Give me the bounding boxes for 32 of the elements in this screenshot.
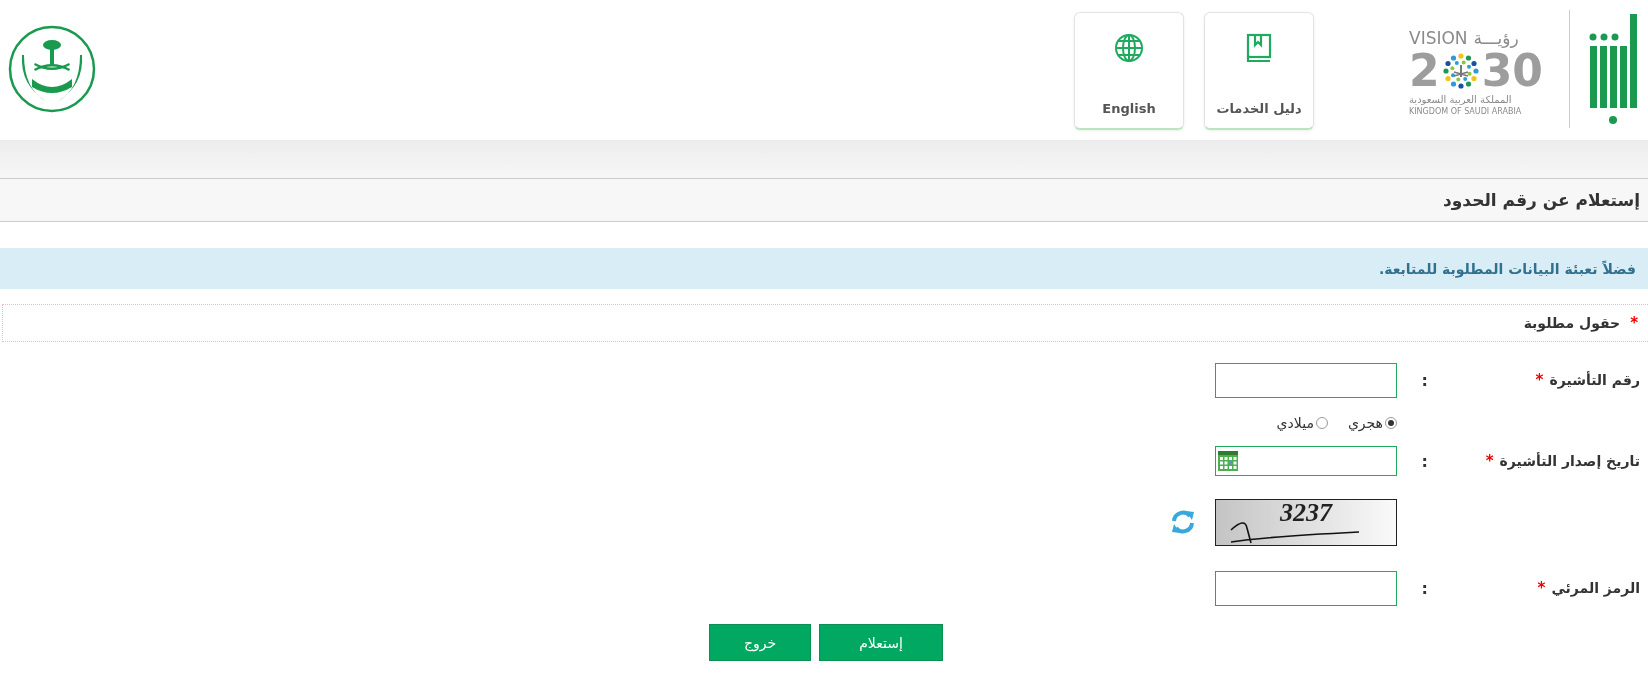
captcha-code: 3237 [1280,498,1332,528]
logo-text: KINGDOM OF SAUDI ARABIA [1409,106,1522,117]
logo-text: VISION [1409,28,1468,48]
date-field[interactable] [1215,446,1397,476]
radio-option[interactable]: هجري [1347,415,1397,431]
colon: : [1421,578,1428,598]
globe-icon [1114,33,1144,63]
emblem-icon [1440,51,1481,91]
required-marker: * [1537,579,1546,597]
refresh-icon[interactable] [1169,508,1197,536]
field-label: تاريخ إصدار التأشيرة [1499,453,1640,469]
required-marker: * [1630,314,1638,332]
calendar-icon [1218,451,1238,471]
info-message: فضلاً تعبئة البيانات المطلوبة للمتابعة. [1378,260,1636,277]
required-note: حقول مطلوبة [1523,315,1621,331]
nav-card[interactable]: English [1074,12,1184,130]
logo-text: رؤيـــة [1473,28,1519,48]
field-label: رقم التأشيرة [1549,372,1640,388]
colon: : [1421,451,1428,471]
radio-option[interactable]: ميلادي [1276,415,1328,431]
book-icon [1244,33,1274,63]
nav-card[interactable]: دليل الخدمات [1204,12,1314,130]
colon: : [1421,370,1428,390]
field-label: الرمز المرئي [1551,580,1640,596]
page-title: إستعلام عن رقم الحدود [1443,190,1640,210]
logo-text: 2 [1409,48,1440,94]
required-marker: * [1535,371,1544,389]
input-field[interactable] [1215,362,1397,398]
logo-text: المملكة العربية السعودية [1409,94,1512,106]
required-marker: * [1485,452,1494,470]
input-field[interactable] [1215,570,1397,606]
logo-text: 30 [1481,48,1543,94]
